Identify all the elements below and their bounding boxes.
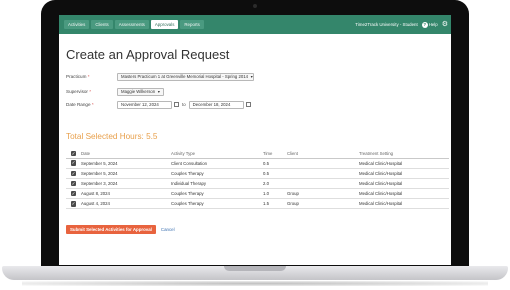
cell-date: August 8, 2024 — [81, 191, 110, 197]
cell-time: 1.5 — [263, 201, 269, 207]
cell-date: September 3, 2024 — [81, 180, 118, 186]
calendar-icon[interactable] — [174, 102, 179, 107]
help-link[interactable]: ? Help — [421, 21, 438, 28]
cell-date: September 5, 2024 — [81, 170, 118, 176]
date-to-input[interactable]: December 18, 2024 — [188, 100, 244, 109]
chevron-down-icon: ▼ — [157, 89, 161, 94]
cell-setting: Medical Clinic/Hospital — [359, 170, 403, 176]
supervisor-label: Supervisor * — [66, 89, 92, 94]
gear-icon[interactable]: ⚙ — [442, 21, 448, 28]
table-row: ✓ September 5, 2024 Client Consultation … — [66, 159, 449, 169]
cell-activity-type: Client Consultation — [171, 160, 208, 166]
camera-dot — [253, 4, 257, 8]
app-screen: Activities Clients Assessments Approvals… — [59, 15, 451, 265]
cell-activity-type: Couples Therapy — [171, 191, 204, 197]
cell-activity-type: Couples Therapy — [171, 170, 204, 176]
date-to-value: December 18, 2024 — [192, 102, 231, 107]
laptop-base — [2, 266, 508, 280]
select-all-checkbox[interactable]: ✓ — [70, 150, 77, 156]
calendar-icon[interactable] — [245, 102, 251, 107]
practicum-row: Practicum * Masters Practicum 1 at Green… — [66, 72, 254, 81]
col-activity-type[interactable]: Activity Type — [171, 151, 263, 156]
total-selected-hours: Total Selected Hours: 5.5 — [66, 132, 158, 141]
col-date[interactable]: Date — [81, 151, 171, 156]
activities-table: ✓ Date Activity Type Time Client Treatme… — [66, 149, 449, 210]
tab-activities[interactable]: Activities — [64, 20, 90, 29]
cell-activity-type: Couples Therapy — [171, 201, 204, 207]
table-row: ✓ September 5, 2024 Couples Therapy 0.5 … — [66, 169, 449, 179]
laptop-base-notch — [224, 266, 286, 271]
tab-clients[interactable]: Clients — [91, 20, 113, 29]
cell-activity-type: Individual Therapy — [171, 180, 207, 186]
cell-setting: Medical Clinic/Hospital — [359, 201, 403, 207]
supervisor-row: Supervisor * Maggie Wilkerson ▼ — [66, 87, 164, 96]
row-checkbox[interactable]: ✓ — [70, 180, 77, 187]
chevron-down-icon: ▼ — [250, 74, 254, 79]
col-time[interactable]: Time — [263, 151, 287, 156]
table-row: ✓ August 4, 2024 Couples Therapy 1.5 Gro… — [66, 199, 449, 210]
cell-time: 2.0 — [263, 180, 269, 186]
laptop-shadow — [22, 281, 488, 286]
help-icon: ? — [421, 21, 428, 28]
row-checkbox[interactable]: ✓ — [70, 160, 77, 166]
nav-right: Time2Track University - Student ? Help ⚙ — [355, 15, 448, 34]
page-title: Create an Approval Request — [66, 47, 230, 62]
cell-client: Group — [287, 201, 299, 207]
tab-assessments[interactable]: Assessments — [114, 20, 149, 29]
cell-time: 1.0 — [263, 191, 269, 197]
cell-setting: Medical Clinic/Hospital — [359, 160, 403, 166]
supervisor-select[interactable]: Maggie Wilkerson ▼ — [117, 87, 164, 96]
table-row: ✓ August 8, 2024 Couples Therapy 1.0 Gro… — [66, 189, 449, 200]
form-actions: Submit Selected Activities for Approval … — [66, 225, 175, 234]
row-checkbox[interactable]: ✓ — [70, 170, 77, 177]
date-from-input[interactable]: November 12, 2024 — [117, 100, 172, 109]
cell-client: Group — [287, 191, 299, 197]
cell-setting: Medical Clinic/Hospital — [359, 191, 403, 197]
row-checkbox[interactable]: ✓ — [70, 201, 77, 207]
practicum-label: Practicum * — [66, 74, 90, 79]
cell-time: 0.5 — [263, 160, 269, 166]
submit-approval-button[interactable]: Submit Selected Activities for Approval — [66, 225, 156, 234]
tab-reports[interactable]: Reports — [180, 20, 204, 29]
practicum-select[interactable]: Masters Practicum 1 at Greenville Memori… — [117, 72, 254, 81]
cell-time: 0.5 — [263, 170, 269, 176]
cell-setting: Medical Clinic/Hospital — [359, 180, 403, 186]
tab-approvals[interactable]: Approvals — [150, 20, 179, 29]
col-treatment-setting[interactable]: Treatment Setting — [359, 151, 449, 156]
user-menu[interactable]: Time2Track University - Student — [355, 22, 417, 27]
cancel-link[interactable]: Cancel — [161, 227, 175, 232]
supervisor-value: Maggie Wilkerson — [121, 89, 156, 94]
help-label: Help — [428, 22, 438, 27]
row-checkbox[interactable]: ✓ — [70, 190, 77, 197]
date-range-label: Date Range * — [66, 102, 94, 107]
cell-date: September 5, 2024 — [81, 160, 118, 166]
table-header: ✓ Date Activity Type Time Client Treatme… — [66, 149, 449, 159]
col-client[interactable]: Client — [287, 151, 359, 156]
date-from-value: November 12, 2024 — [121, 102, 159, 107]
top-nav: Activities Clients Assessments Approvals… — [59, 15, 451, 34]
table-row: ✓ September 3, 2024 Individual Therapy 2… — [66, 179, 449, 190]
date-range-row: Date Range * November 12, 2024 to Decemb… — [66, 100, 251, 109]
to-label: to — [182, 102, 186, 107]
practicum-value: Masters Practicum 1 at Greenville Memori… — [121, 74, 249, 79]
cell-date: August 4, 2024 — [81, 201, 110, 207]
